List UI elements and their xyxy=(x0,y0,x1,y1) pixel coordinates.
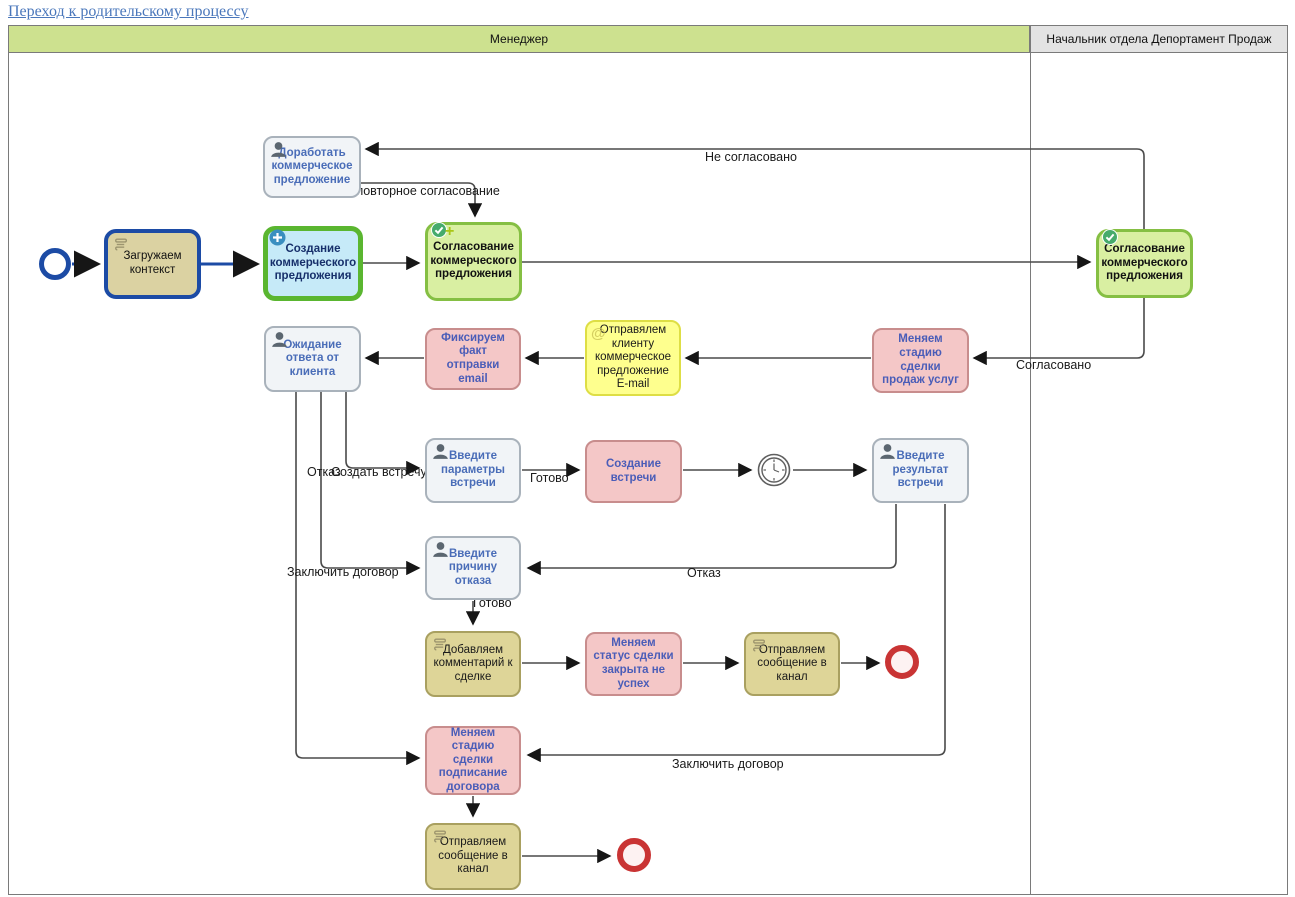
task-label: Меняем стадию сделки подписание договора xyxy=(432,727,514,795)
subprocess-create-kp[interactable]: Создание коммерческого предложения xyxy=(263,226,363,301)
task-label: Отправляем сообщение в канал xyxy=(751,644,833,685)
task-label: Отправялем клиенту коммерческое предложе… xyxy=(592,324,674,392)
label-not-approved: Не согласовано xyxy=(705,150,797,164)
task-change-status-closed[interactable]: Меняем статус сделки закрыта не успех xyxy=(585,632,682,696)
check-circle-icon xyxy=(1102,229,1118,250)
task-send-channel-1[interactable]: Отправляем сообщение в канал xyxy=(744,632,840,696)
edge-result-reject xyxy=(528,504,896,568)
task-label: Создание встречи xyxy=(592,458,675,485)
task-approve-kp-head[interactable]: Согласование коммерческого предложения xyxy=(1096,229,1193,298)
task-label: Отправляем сообщение в канал xyxy=(432,836,514,877)
task-change-stage-sign[interactable]: Меняем стадию сделки подписание договора xyxy=(425,726,521,795)
edge-wait-rejectreason xyxy=(321,392,419,568)
task-label: Меняем стадию сделки продаж услуг xyxy=(879,333,962,387)
task-send-channel-2[interactable]: Отправляем сообщение в канал xyxy=(425,823,521,890)
label-reapproval: На повторное согласование xyxy=(337,184,500,198)
approve-badges: + xyxy=(431,222,454,243)
task-enter-meeting-result[interactable]: Введите результат встречи xyxy=(872,438,969,503)
task-label: Введите результат встречи xyxy=(879,450,962,491)
task-label: Введите причину отказа xyxy=(432,548,514,589)
task-rework-kp[interactable]: Доработать коммерческое предложение xyxy=(263,136,361,198)
approve-badges xyxy=(1102,229,1118,250)
timer-event[interactable] xyxy=(757,453,791,487)
task-load-context[interactable]: Загружаем контекст xyxy=(104,229,201,299)
label-sign-contract-2: Заключить договор xyxy=(672,757,784,771)
bpmn-diagram: Переход к родительскому процессу Менедже… xyxy=(0,0,1295,897)
start-event[interactable] xyxy=(39,248,71,280)
task-change-stage-sales[interactable]: Меняем стадию сделки продаж услуг xyxy=(872,328,969,393)
edge-result-signcontract xyxy=(528,504,945,755)
task-enter-reject-reason[interactable]: Введите причину отказа xyxy=(425,536,521,600)
task-wait-client[interactable]: Ожидание ответа от клиента xyxy=(264,326,361,392)
end-event-2[interactable] xyxy=(617,838,651,872)
task-add-comment[interactable]: Добавляем комментарий к сделке xyxy=(425,631,521,697)
task-enter-meeting-params[interactable]: Введите параметры встречи xyxy=(425,438,521,503)
task-label: Добавляем комментарий к сделке xyxy=(432,644,514,685)
task-label: Ожидание ответа от клиента xyxy=(271,339,354,380)
task-label: Фиксируем факт отправки email xyxy=(432,332,514,386)
task-create-meeting[interactable]: Создание встречи xyxy=(585,440,682,503)
edge-approved xyxy=(974,298,1144,358)
task-send-email-client[interactable]: @ Отправялем клиенту коммерческое предло… xyxy=(585,320,681,396)
task-label: Введите параметры встречи xyxy=(432,450,514,491)
label-create-meeting: Создать встречу xyxy=(331,465,427,479)
label-sign-contract-1: Заключить договор xyxy=(287,565,399,579)
timer-icon xyxy=(757,453,791,487)
task-label: Загружаем контекст xyxy=(113,250,192,277)
task-fix-email[interactable]: Фиксируем факт отправки email xyxy=(425,328,521,390)
label-reject-2: Отказ xyxy=(687,566,721,580)
task-label: Согласование коммерческого предложения xyxy=(430,241,516,282)
label-done-1: Готово xyxy=(530,471,569,485)
end-event-1[interactable] xyxy=(885,645,919,679)
task-label: Меняем статус сделки закрыта не успех xyxy=(592,637,675,691)
edge-wait-meetingparams xyxy=(346,392,419,468)
plus-icon: + xyxy=(445,224,454,240)
label-approved: Согласовано xyxy=(1016,358,1091,372)
task-approve-kp-manager[interactable]: + Согласование коммерческого предложения xyxy=(425,222,522,301)
task-label: Создание коммерческого предложения xyxy=(270,243,356,284)
task-label: Доработать коммерческое предложение xyxy=(270,147,354,188)
